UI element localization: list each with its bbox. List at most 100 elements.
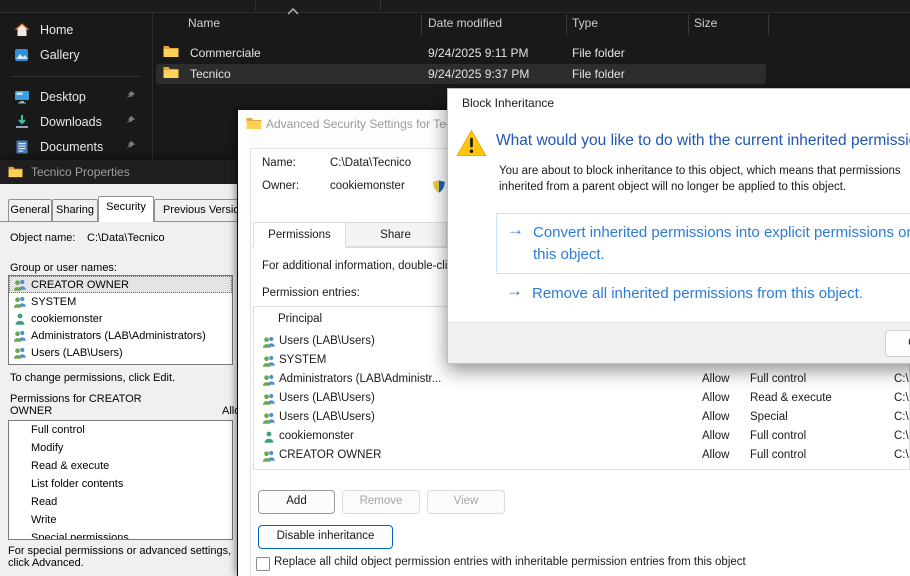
tab-security[interactable]: Security	[98, 196, 154, 222]
cancel-button[interactable]: Cancel	[885, 330, 910, 357]
tab-previous-versions[interactable]: Previous Versions	[154, 199, 237, 221]
owner-value: cookiemonster	[330, 180, 405, 192]
permission-label: Read	[31, 496, 57, 508]
block-dialog-title: Block Inheritance	[462, 96, 554, 110]
cell-access: Special	[750, 411, 788, 423]
sidebar-item-label: Home	[40, 23, 73, 37]
file-row-commerciale[interactable]: Commerciale 9/24/2025 9:11 PM File folde…	[156, 43, 766, 63]
permission-item[interactable]: Read & execute	[9, 457, 232, 475]
group-icon	[262, 411, 276, 428]
documents-icon	[14, 139, 30, 155]
group-icon	[13, 346, 27, 360]
list-item[interactable]: CREATOR OWNER	[9, 276, 232, 293]
option-text-line2: this object.	[533, 244, 605, 265]
object-name-label: Object name:	[10, 232, 75, 244]
disable-inheritance-button[interactable]: Disable inheritance	[258, 525, 393, 549]
tab-permissions[interactable]: Permissions	[253, 222, 346, 248]
group-icon	[262, 335, 276, 352]
permissions-list[interactable]: Full control Modify Read & execute List …	[8, 420, 233, 540]
object-name-value: C:\Data\Tecnico	[87, 232, 165, 244]
pin-icon	[125, 115, 136, 129]
list-item[interactable]: cookiemonster	[9, 310, 232, 327]
screenshot-root: { "colors": { "accent_blue": "#0067c0", …	[0, 0, 910, 576]
advanced-hint-line2: click Advanced.	[8, 557, 84, 569]
list-item[interactable]: Administrators (LAB\Administrators)	[9, 327, 232, 344]
cell-type: Allow	[702, 373, 729, 385]
remove-button[interactable]: Remove	[342, 490, 420, 514]
user-icon	[13, 312, 27, 326]
cell-principal: Users (LAB\Users)	[279, 335, 375, 347]
group-icon	[13, 329, 27, 343]
sidebar-item-home[interactable]: Home	[0, 19, 152, 41]
folder-icon	[163, 45, 179, 63]
table-row[interactable]: Users (LAB\Users) Allow Special C:\ This…	[254, 408, 909, 427]
folder-icon	[8, 166, 23, 178]
file-row-tecnico-selected[interactable]: Tecnico 9/24/2025 9:37 PM File folder	[156, 64, 766, 84]
column-header-date-modified[interactable]: Date modified	[428, 16, 502, 30]
file-name: Tecnico	[190, 67, 231, 81]
cell-principal: CREATOR OWNER	[279, 449, 381, 461]
convert-permissions-option[interactable]: → Convert inherited permissions into exp…	[496, 213, 910, 274]
column-divider[interactable]	[421, 14, 422, 35]
column-header-type[interactable]: Type	[572, 16, 598, 30]
column-header-name[interactable]: Name	[188, 16, 220, 30]
list-item[interactable]: Users (LAB\Users)	[9, 344, 232, 361]
pin-icon	[125, 140, 136, 154]
block-dialog-footer: Cancel	[448, 322, 910, 363]
group-user-list[interactable]: CREATOR OWNER SYSTEM cookiemonster Admin…	[8, 275, 233, 365]
cell-type: Allow	[702, 430, 729, 442]
permission-item[interactable]: List folder contents	[9, 475, 232, 493]
table-row[interactable]: Administrators (LAB\Administr... Allow F…	[254, 370, 909, 389]
column-divider[interactable]	[566, 14, 567, 35]
group-icon	[262, 392, 276, 409]
table-header-principal[interactable]: Principal	[278, 313, 322, 325]
add-button[interactable]: Add	[258, 490, 335, 514]
tab-sharing[interactable]: Sharing	[52, 199, 98, 221]
list-item[interactable]: SYSTEM	[9, 293, 232, 310]
properties-titlebar[interactable]: Tecnico Properties	[0, 160, 237, 184]
permission-item[interactable]: Full control	[9, 421, 232, 439]
column-divider[interactable]	[688, 14, 689, 35]
toolbar-divider	[255, 1, 256, 11]
principal-name: CREATOR OWNER	[31, 279, 129, 291]
sidebar-item-downloads[interactable]: Downloads	[0, 111, 152, 133]
toolbar-divider	[380, 1, 381, 11]
permission-label: Special permissions	[31, 532, 129, 540]
table-row[interactable]: CREATOR OWNER Allow Full control C:\ Sub…	[254, 446, 909, 465]
cell-type: Allow	[702, 411, 729, 423]
arrow-right-icon: →	[506, 281, 523, 301]
permissions-for-label-line2: OWNER	[10, 405, 52, 417]
file-type: File folder	[572, 67, 625, 81]
pin-icon	[125, 90, 136, 104]
option-text-line1: Remove all inherited permissions from th…	[532, 283, 863, 304]
view-button[interactable]: View	[427, 490, 505, 514]
group-icon	[13, 278, 27, 292]
cell-inherited-from: C:\	[894, 411, 909, 423]
permission-item[interactable]: Modify	[9, 439, 232, 457]
sidebar-item-gallery[interactable]: Gallery	[0, 44, 152, 66]
table-row[interactable]: Users (LAB\Users) Allow Read & execute C…	[254, 389, 909, 408]
replace-permissions-label: Replace all child object permission entr…	[274, 556, 746, 568]
permission-item[interactable]: Write	[9, 511, 232, 529]
home-icon	[14, 22, 30, 38]
permission-item[interactable]: Read	[9, 493, 232, 511]
tab-general[interactable]: General	[8, 199, 52, 221]
cell-principal: Administrators (LAB\Administr...	[279, 373, 441, 385]
permission-item[interactable]: Special permissions	[9, 529, 232, 540]
tab-share[interactable]: Share	[344, 222, 447, 248]
sidebar-item-desktop[interactable]: Desktop	[0, 86, 152, 108]
sidebar-item-documents[interactable]: Documents	[0, 136, 152, 158]
column-header-size[interactable]: Size	[694, 16, 717, 30]
replace-permissions-checkbox[interactable]	[256, 557, 270, 571]
column-divider[interactable]	[768, 14, 769, 35]
table-row[interactable]: cookiemonster Allow Full control C:\ Thi…	[254, 427, 909, 446]
file-type: File folder	[572, 46, 625, 60]
column-sort-indicator[interactable]	[287, 2, 299, 20]
sidebar-item-label: Gallery	[40, 48, 80, 62]
remove-permissions-option[interactable]: → Remove all inherited permissions from …	[496, 277, 910, 301]
desktop-icon	[14, 89, 30, 105]
permission-label: Modify	[31, 442, 63, 454]
user-icon	[262, 430, 276, 447]
properties-title: Tecnico Properties	[31, 165, 130, 179]
cell-principal: cookiemonster	[279, 430, 354, 442]
